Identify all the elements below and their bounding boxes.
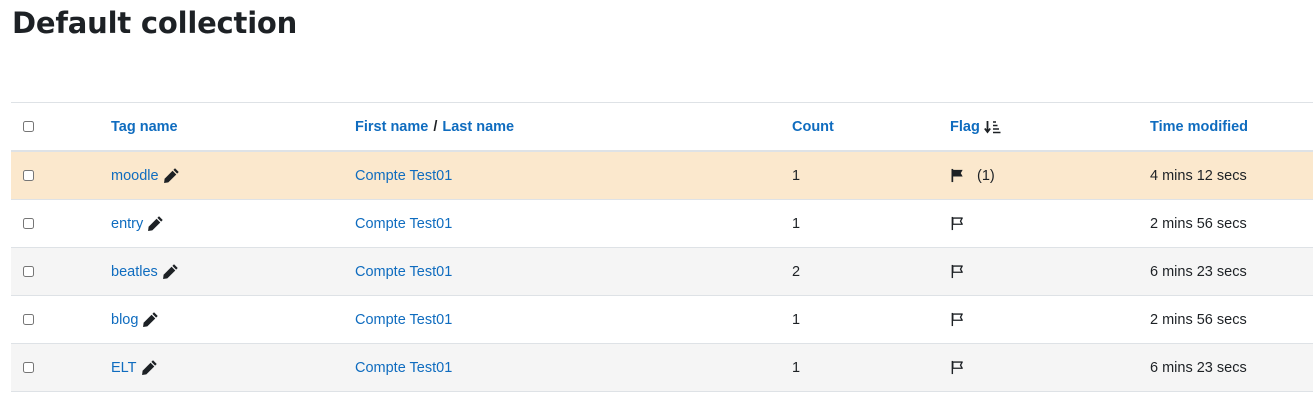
table-header-row: Tag name First name / Last name Count Fl… [11, 103, 1313, 152]
select-all-checkbox[interactable] [23, 121, 34, 132]
tag-name-link[interactable]: moodle [111, 168, 159, 184]
user-name-link[interactable]: Compte Test01 [355, 264, 452, 280]
sort-amount-down-icon[interactable] [983, 120, 1001, 134]
flag-count: (1) [977, 167, 995, 184]
flag-outline-icon[interactable] [950, 264, 965, 279]
table-body: moodle Compte Test01 1 (1) 4 mins 12 sec… [11, 152, 1313, 392]
time-modified: 2 mins 56 secs [1150, 215, 1247, 232]
row-checkbox[interactable] [23, 170, 34, 181]
time-modified: 6 mins 23 secs [1150, 263, 1247, 280]
tag-name-link[interactable]: ELT [111, 360, 137, 376]
row-checkbox[interactable] [23, 362, 34, 373]
pencil-icon[interactable] [163, 167, 180, 184]
sort-tag-name-link[interactable]: Tag name [111, 119, 178, 135]
sort-flag-link[interactable]: Flag [950, 119, 980, 135]
tag-name-link[interactable]: blog [111, 312, 138, 328]
sort-time-modified-link[interactable]: Time modified [1150, 119, 1248, 135]
table-row: beatles Compte Test01 2 6 mins 23 secs [11, 248, 1313, 296]
pencil-icon[interactable] [162, 263, 179, 280]
row-checkbox[interactable] [23, 218, 34, 229]
time-modified: 2 mins 56 secs [1150, 311, 1247, 328]
tags-table: Tag name First name / Last name Count Fl… [11, 102, 1313, 392]
pencil-icon[interactable] [147, 215, 164, 232]
row-checkbox[interactable] [23, 266, 34, 277]
user-name-link[interactable]: Compte Test01 [355, 168, 452, 184]
row-checkbox[interactable] [23, 314, 34, 325]
flag-outline-icon[interactable] [950, 312, 965, 327]
time-modified: 4 mins 12 secs [1150, 167, 1247, 184]
pencil-icon[interactable] [142, 311, 159, 328]
time-modified: 6 mins 23 secs [1150, 359, 1247, 376]
flag-filled-icon[interactable] [950, 168, 965, 183]
sort-first-name-link[interactable]: First name [355, 119, 428, 135]
flag-outline-icon[interactable] [950, 360, 965, 375]
tag-count: 1 [792, 359, 801, 376]
tag-name-link[interactable]: beatles [111, 264, 158, 280]
tag-name-link[interactable]: entry [111, 216, 143, 232]
sort-last-name-link[interactable]: Last name [442, 119, 514, 135]
tag-count: 1 [792, 311, 801, 328]
user-name-link[interactable]: Compte Test01 [355, 360, 452, 376]
table-row: entry Compte Test01 1 2 mins 56 secs [11, 200, 1313, 248]
name-separator: / [433, 118, 438, 135]
table-row: moodle Compte Test01 1 (1) 4 mins 12 sec… [11, 152, 1313, 200]
tag-count: 1 [792, 167, 801, 184]
flag-outline-icon[interactable] [950, 216, 965, 231]
sort-count-link[interactable]: Count [792, 119, 834, 135]
page-title: Default collection [12, 6, 298, 40]
table-row: ELT Compte Test01 1 6 mins 23 secs [11, 344, 1313, 392]
tag-count: 2 [792, 263, 801, 280]
table-row: blog Compte Test01 1 2 mins 56 secs [11, 296, 1313, 344]
pencil-icon[interactable] [141, 359, 158, 376]
user-name-link[interactable]: Compte Test01 [355, 312, 452, 328]
user-name-link[interactable]: Compte Test01 [355, 216, 452, 232]
tag-count: 1 [792, 215, 801, 232]
